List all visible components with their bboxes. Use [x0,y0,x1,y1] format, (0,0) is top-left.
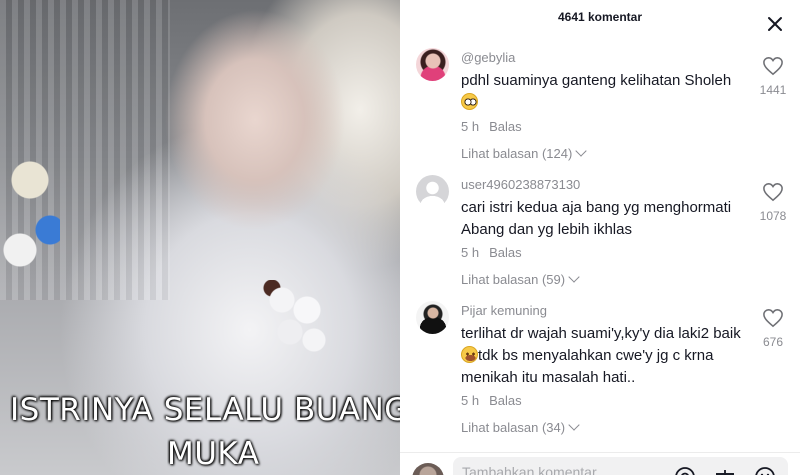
like-count: 1078 [759,209,787,223]
comment-text-continued: tdk bs menyalahkan cwe'y jg c krna menik… [461,347,714,386]
view-replies-label: Lihat balasan (59) [461,272,566,287]
comment-input-container[interactable] [453,457,788,475]
bridal-bouquet [262,280,332,360]
avatar[interactable] [416,301,449,334]
view-replies-button[interactable]: Lihat balasan (124) [461,145,587,161]
comments-header: 4641 komentar [400,0,800,36]
comment-author[interactable]: user4960238873130 [461,177,580,192]
at-icon[interactable] [673,465,697,475]
video-caption-line-1: ISTRINYA SELALU BUANG [10,392,400,428]
comment-text-body: pdhl suaminya ganteng kelihatan Sholeh [461,72,732,89]
like-button[interactable]: 676 [758,308,788,349]
comment-author[interactable]: @gebylia [461,50,515,65]
comments-panel: 4641 komentar @gebylia pdhl suaminya gan… [400,0,800,475]
comment-text: terlihat dr wajah suami'y,ky'y dia laki2… [461,323,761,389]
chevron-down-icon [568,419,580,431]
avatar[interactable] [416,48,449,81]
reply-button[interactable]: Balas [489,393,522,408]
avatar[interactable] [416,175,449,208]
video-caption-line-2: MUKA [167,436,260,472]
view-replies-label: Lihat balasan (124) [461,146,573,161]
like-button[interactable]: 1441 [758,56,788,97]
like-count: 676 [762,335,784,349]
comment-meta: 5 h Balas [461,393,522,408]
view-replies-button[interactable]: Lihat balasan (59) [461,271,580,287]
comment-time: 5 h [461,245,480,260]
close-icon[interactable] [766,15,784,33]
comment-meta: 5 h Balas [461,245,522,260]
comment-count-title: 4641 komentar [557,10,643,24]
smiling-face-emoji [461,346,478,363]
comment-text-body: terlihat dr wajah suami'y,ky'y dia laki2… [461,325,741,342]
comment-text: cari istri kedua aja bang yg menghormati… [461,199,732,238]
view-replies-label: Lihat balasan (34) [461,420,566,435]
comment-text: pdhl suaminya ganteng kelihatan Sholeh [461,70,761,114]
view-replies-button[interactable]: Lihat balasan (34) [461,419,580,435]
emoji-icon[interactable] [753,465,777,475]
chevron-down-icon [575,145,587,157]
gift-icon[interactable] [713,465,737,475]
flower-decoration [0,140,60,280]
like-button[interactable]: 1078 [758,182,788,223]
chevron-down-icon [568,271,580,283]
like-count: 1441 [759,83,787,97]
comment-input[interactable] [462,464,662,475]
comment-meta: 5 h Balas [461,119,522,134]
comment-time: 5 h [461,393,480,408]
comment-time: 5 h [461,119,480,134]
pleading-face-emoji [461,93,478,110]
reply-button[interactable]: Balas [489,245,522,260]
heart-icon [763,309,783,328]
heart-icon [763,57,783,76]
reply-button[interactable]: Balas [489,119,522,134]
comment-input-bar [400,452,800,475]
heart-icon [763,183,783,202]
video-player[interactable]: ISTRINYA SELALU BUANG MUKA [0,0,400,475]
avatar [412,463,444,475]
comment-author[interactable]: Pijar kemuning [461,303,547,318]
